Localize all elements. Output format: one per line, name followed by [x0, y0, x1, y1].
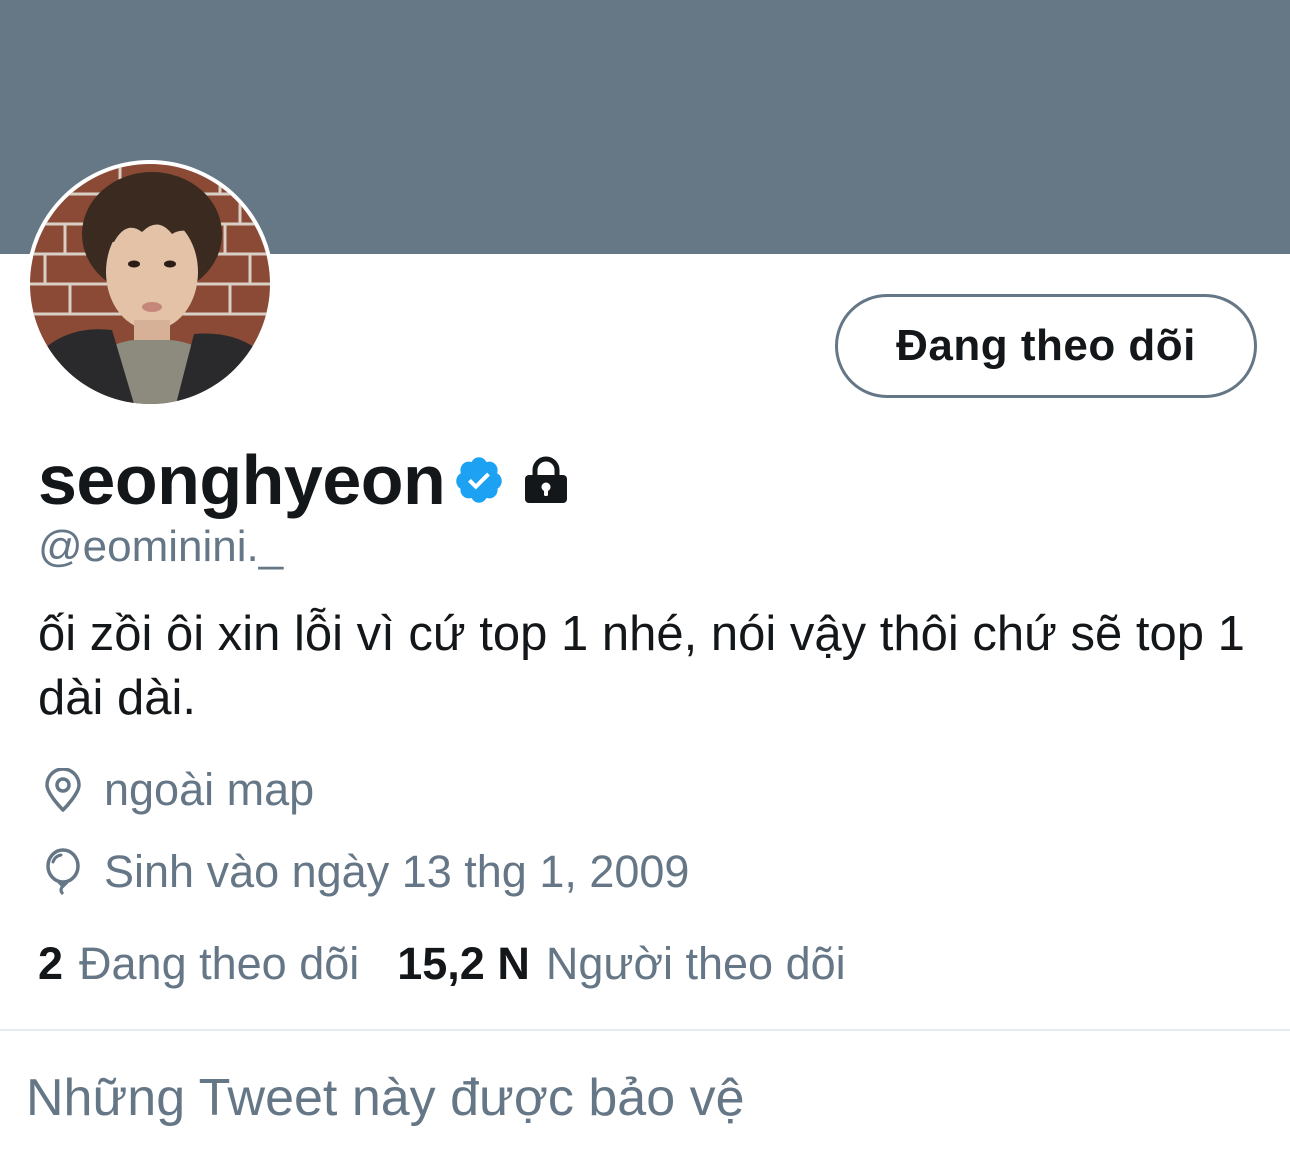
follow-stats: 2 Đang theo dõi 15,2 N Người theo dõi [38, 938, 846, 990]
following-button[interactable]: Đang theo dõi [835, 294, 1257, 398]
display-name: seonghyeon [38, 441, 446, 519]
location-text: ngoài map [104, 764, 315, 815]
section-divider [0, 1029, 1290, 1031]
profile-location: ngoài map [38, 764, 314, 816]
avatar-photo [30, 164, 270, 404]
verified-badge-icon [453, 454, 505, 506]
location-pin-icon [38, 768, 88, 812]
lock-icon [523, 456, 569, 504]
avatar[interactable] [26, 160, 274, 408]
following-label: Đang theo dõi [79, 938, 360, 989]
profile-birthday: Sinh vào ngày 13 thg 1, 2009 [38, 846, 689, 898]
profile-bio: ối zồi ôi xin lỗi vì cứ top 1 nhé, nói v… [38, 607, 1245, 725]
followers-count: 15,2 N [397, 938, 530, 989]
protected-tweets-notice: Những Tweet này được bảo vệ [26, 1069, 745, 1127]
profile-name-row: seonghyeon [38, 440, 569, 520]
followers-stat[interactable]: 15,2 N Người theo dõi [397, 938, 845, 990]
following-count: 2 [38, 938, 64, 989]
balloon-icon [38, 848, 88, 896]
profile-handle: @eominini._ [38, 522, 284, 571]
following-button-label: Đang theo dõi [896, 321, 1196, 370]
following-stat[interactable]: 2 Đang theo dõi [38, 938, 359, 990]
followers-label: Người theo dõi [545, 938, 846, 989]
birthday-text: Sinh vào ngày 13 thg 1, 2009 [104, 846, 690, 897]
